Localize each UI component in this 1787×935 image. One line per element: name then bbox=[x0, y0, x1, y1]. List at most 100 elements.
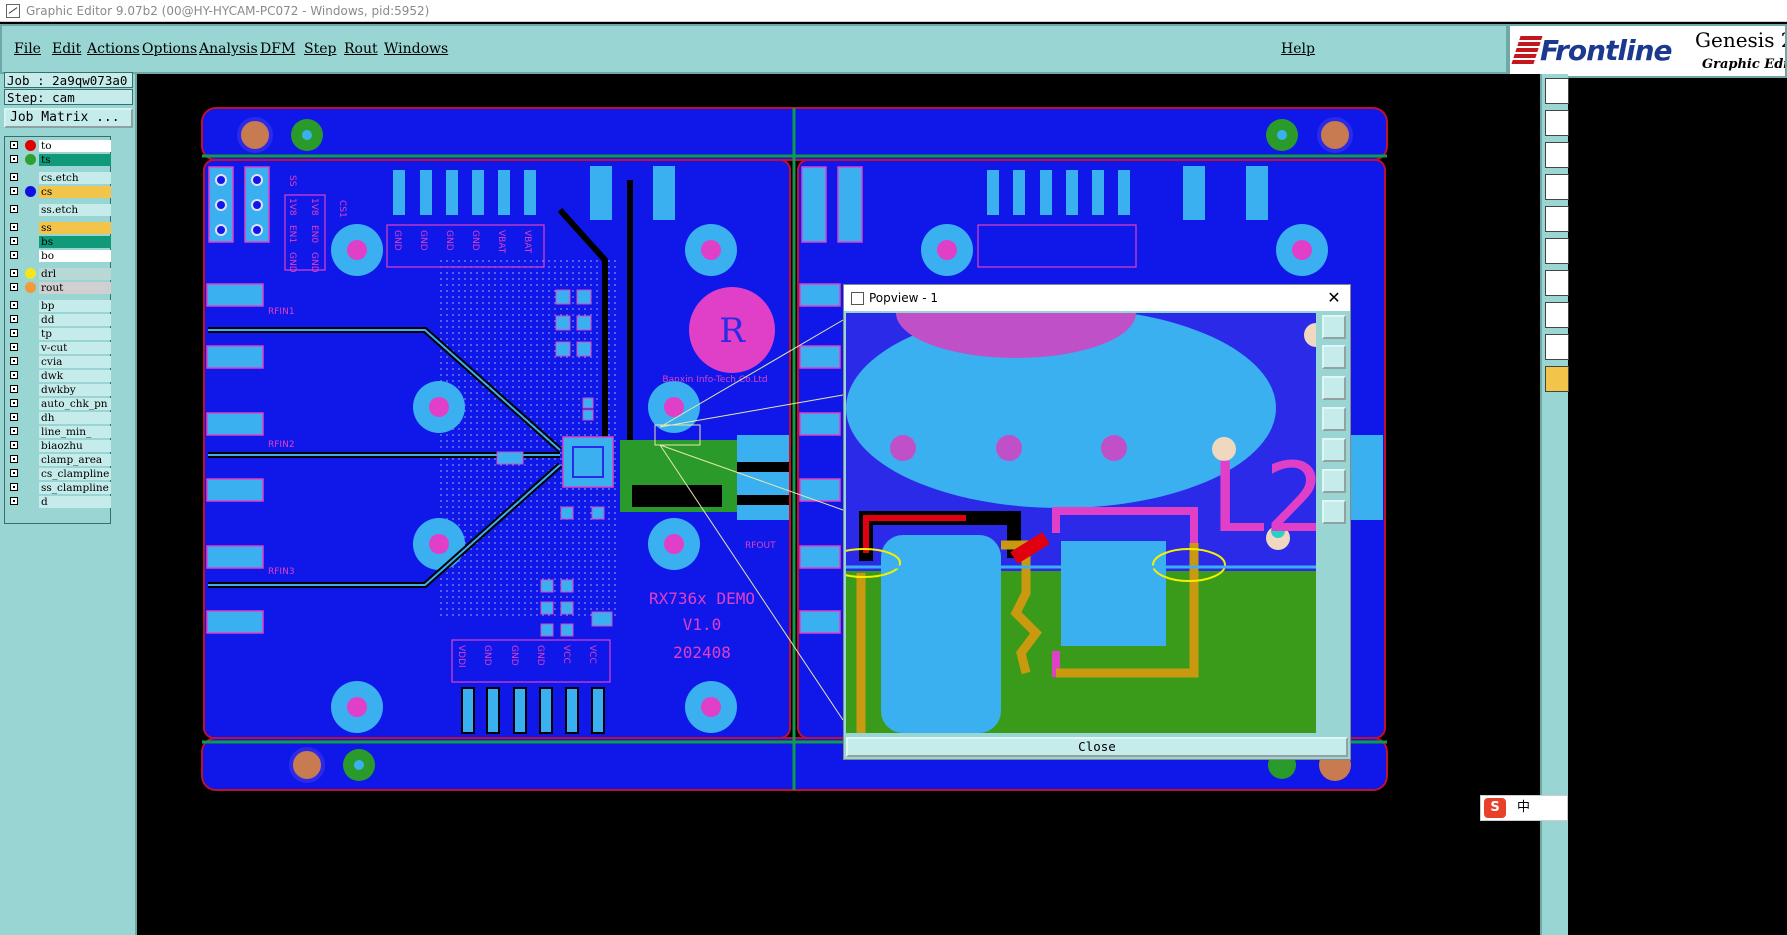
popview-tool-3-icon[interactable] bbox=[1322, 376, 1346, 400]
layer-name[interactable]: cvia bbox=[39, 356, 111, 368]
popview-zoom-fit-icon[interactable] bbox=[1322, 469, 1346, 493]
layer-row[interactable]: cs bbox=[8, 186, 111, 198]
layer-row[interactable]: clamp_area bbox=[8, 454, 111, 466]
toolbar-highlight-icon[interactable] bbox=[1545, 302, 1569, 328]
menu-file[interactable]: File bbox=[14, 41, 41, 57]
menu-actions[interactable]: Actions bbox=[87, 41, 140, 57]
layer-name[interactable]: rout bbox=[39, 282, 111, 294]
popview-tool-5-icon[interactable] bbox=[1322, 438, 1346, 462]
layer-row[interactable]: ss bbox=[8, 222, 111, 234]
toolbar-pointer-icon[interactable] bbox=[1545, 366, 1569, 392]
layer-checkbox[interactable] bbox=[10, 155, 18, 163]
layer-name[interactable]: line_min_ bbox=[39, 426, 111, 438]
menu-windows[interactable]: Windows bbox=[384, 41, 448, 57]
layer-name[interactable]: tp bbox=[39, 328, 111, 340]
menu-analysis[interactable]: Analysis bbox=[199, 41, 258, 57]
toolbar-open-step-icon[interactable] bbox=[1545, 78, 1569, 104]
menu-step[interactable]: Step bbox=[304, 41, 336, 57]
popview-close-button[interactable]: Close bbox=[846, 737, 1348, 757]
layer-checkbox[interactable] bbox=[10, 269, 18, 277]
layer-name[interactable]: dd bbox=[39, 314, 111, 326]
layer-checkbox[interactable] bbox=[10, 251, 18, 259]
toolbar-snap-icon[interactable] bbox=[1545, 174, 1569, 200]
layer-row[interactable]: drl bbox=[8, 268, 111, 280]
ime-indicator[interactable]: S 中 bbox=[1480, 795, 1568, 821]
layer-row[interactable]: dh bbox=[8, 412, 111, 424]
layer-row[interactable]: d bbox=[8, 496, 111, 508]
layer-name[interactable]: cs_clampline bbox=[39, 468, 111, 480]
layer-checkbox[interactable] bbox=[10, 483, 18, 491]
toolbar-triangle-icon[interactable] bbox=[1545, 334, 1569, 360]
popview-close-icon[interactable]: ✕ bbox=[1324, 285, 1344, 311]
layer-row[interactable]: bo bbox=[8, 250, 111, 262]
layer-name[interactable]: bp bbox=[39, 300, 111, 312]
layer-name[interactable]: drl bbox=[39, 268, 111, 280]
layer-row[interactable]: ts bbox=[8, 154, 111, 166]
layer-name[interactable]: dwkby bbox=[39, 384, 111, 396]
layer-checkbox[interactable] bbox=[10, 469, 18, 477]
layer-row[interactable]: bs bbox=[8, 236, 111, 248]
layer-checkbox[interactable] bbox=[10, 357, 18, 365]
layer-checkbox[interactable] bbox=[10, 371, 18, 379]
layer-row[interactable]: rout bbox=[8, 282, 111, 294]
menu-rout[interactable]: Rout bbox=[344, 41, 378, 57]
layer-checkbox[interactable] bbox=[10, 455, 18, 463]
layer-row[interactable]: ss.etch bbox=[8, 204, 111, 216]
layer-checkbox[interactable] bbox=[10, 399, 18, 407]
layer-name[interactable]: v-cut bbox=[39, 342, 111, 354]
layer-row[interactable]: tp bbox=[8, 328, 111, 340]
toolbar-window-icon[interactable] bbox=[1545, 142, 1569, 168]
layer-name[interactable]: bo bbox=[39, 250, 111, 262]
popview-tool-4-icon[interactable] bbox=[1322, 407, 1346, 431]
popview-canvas[interactable]: L2 bbox=[846, 313, 1316, 733]
menu-edit[interactable]: Edit bbox=[52, 41, 81, 57]
layer-name[interactable]: d bbox=[39, 496, 111, 508]
layer-name[interactable]: cs.etch bbox=[39, 172, 111, 184]
layer-row[interactable]: bp bbox=[8, 300, 111, 312]
layer-row[interactable]: dwk bbox=[8, 370, 111, 382]
layer-name[interactable]: cs bbox=[39, 186, 111, 198]
layer-checkbox[interactable] bbox=[10, 223, 18, 231]
layer-name[interactable]: clamp_area bbox=[39, 454, 111, 466]
layer-name[interactable]: biaozhu bbox=[39, 440, 111, 452]
layer-row[interactable]: cs_clampline bbox=[8, 468, 111, 480]
layer-checkbox[interactable] bbox=[10, 173, 18, 181]
layer-name[interactable]: ts bbox=[39, 154, 111, 166]
layer-checkbox[interactable] bbox=[10, 141, 18, 149]
job-matrix-button[interactable]: Job Matrix ... bbox=[4, 108, 133, 128]
popview-tool-1-icon[interactable] bbox=[1322, 315, 1346, 339]
menu-dfm[interactable]: DFM bbox=[260, 41, 295, 57]
layer-row[interactable]: ss_clampline bbox=[8, 482, 111, 494]
layer-checkbox[interactable] bbox=[10, 301, 18, 309]
layer-name[interactable]: bs bbox=[39, 236, 111, 248]
layer-row[interactable]: biaozhu bbox=[8, 440, 111, 452]
menu-options[interactable]: Options bbox=[142, 41, 197, 57]
layer-row[interactable]: cs.etch bbox=[8, 172, 111, 184]
toolbar-measure-icon[interactable] bbox=[1545, 270, 1569, 296]
layer-checkbox[interactable] bbox=[10, 237, 18, 245]
layer-checkbox[interactable] bbox=[10, 441, 18, 449]
layer-name[interactable]: ss bbox=[39, 222, 111, 234]
layer-checkbox[interactable] bbox=[10, 187, 18, 195]
layer-row[interactable]: v-cut bbox=[8, 342, 111, 354]
layer-row[interactable]: cvia bbox=[8, 356, 111, 368]
layer-checkbox[interactable] bbox=[10, 205, 18, 213]
layer-checkbox[interactable] bbox=[10, 413, 18, 421]
layer-name[interactable]: ss_clampline bbox=[39, 482, 111, 494]
layer-name[interactable]: to bbox=[39, 140, 111, 152]
layer-row[interactable]: dd bbox=[8, 314, 111, 326]
layer-checkbox[interactable] bbox=[10, 329, 18, 337]
toolbar-net-icon[interactable] bbox=[1545, 238, 1569, 264]
layer-name[interactable]: dwk bbox=[39, 370, 111, 382]
popview-zoom-icon[interactable] bbox=[1322, 500, 1346, 524]
popview-tool-2-icon[interactable] bbox=[1322, 345, 1346, 369]
layer-name[interactable]: ss.etch bbox=[39, 204, 111, 216]
menu-help[interactable]: Help bbox=[1281, 41, 1315, 57]
toolbar-circle-tool-icon[interactable] bbox=[1545, 206, 1569, 232]
layer-name[interactable]: dh bbox=[39, 412, 111, 424]
layer-checkbox[interactable] bbox=[10, 283, 18, 291]
layer-row[interactable]: dwkby bbox=[8, 384, 111, 396]
layer-checkbox[interactable] bbox=[10, 343, 18, 351]
layer-row[interactable]: line_min_ bbox=[8, 426, 111, 438]
layer-row[interactable]: auto_chk_pn bbox=[8, 398, 111, 410]
